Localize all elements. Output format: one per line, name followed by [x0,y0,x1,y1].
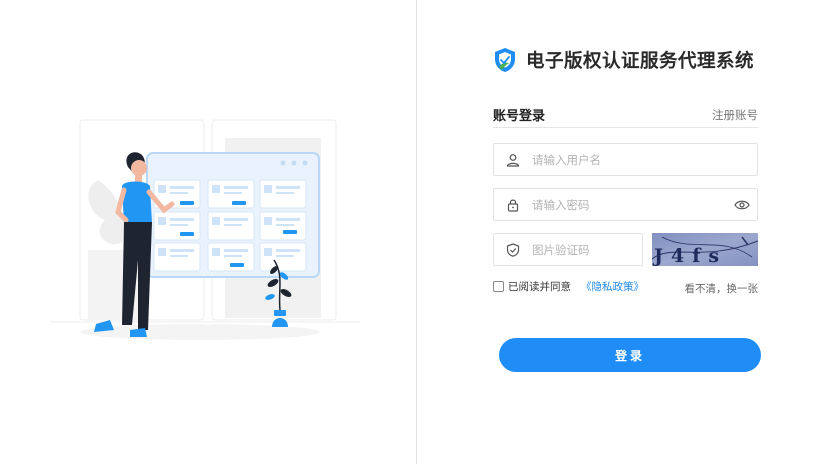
brand-header: 电子版权认证服务代理系统 [493,46,754,74]
username-input[interactable] [532,144,757,175]
password-field [493,188,758,221]
agree-checkbox[interactable] [493,281,504,292]
privacy-policy-link[interactable]: 《隐私政策》 [581,279,644,294]
app-title: 电子版权认证服务代理系统 [526,51,755,72]
left-illustration-pane [0,0,416,464]
refresh-captcha-link[interactable]: 看不清，换一张 [685,281,759,296]
login-header: 账号登录 注册账号 [493,104,758,128]
shield-check-icon [494,234,532,265]
captcha-text: J4fs [652,245,727,266]
lock-icon [494,189,532,220]
shield-logo-icon [495,48,515,72]
user-icon [494,144,532,175]
username-field [493,143,758,176]
captcha-field [493,233,643,266]
agree-label: 已阅读并同意 [508,281,571,293]
tab-account-login[interactable]: 账号登录 [493,105,545,124]
password-input[interactable] [532,189,727,220]
privacy-agreement: 已阅读并同意 《隐私政策》 [493,279,644,294]
captcha-image[interactable]: J4fs [652,233,758,266]
login-button[interactable]: 登录 [499,338,761,372]
captcha-input[interactable] [532,234,642,265]
register-link[interactable]: 注册账号 [712,107,758,123]
login-illustration [50,119,360,340]
eye-icon[interactable] [727,189,757,220]
